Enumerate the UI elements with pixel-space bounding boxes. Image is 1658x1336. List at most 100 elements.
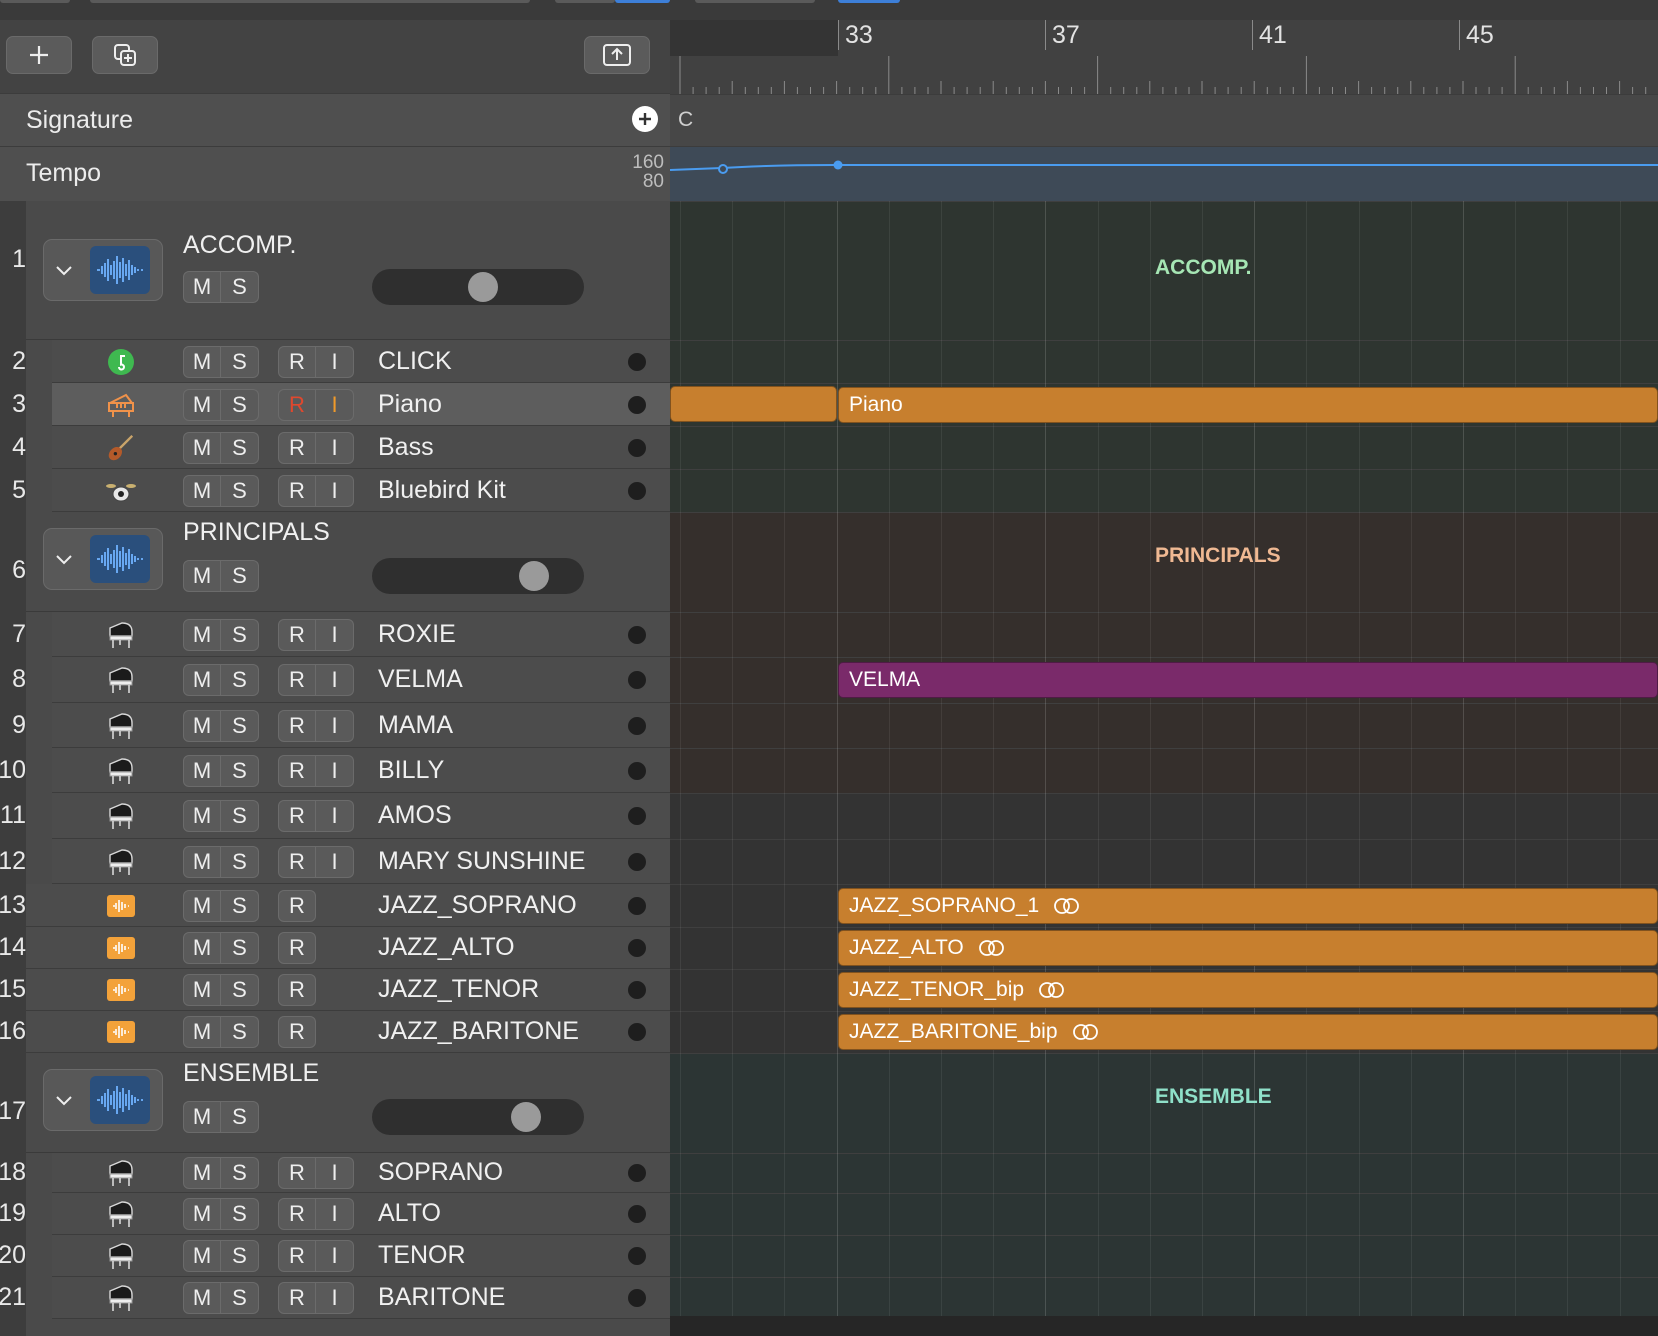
ruler-cycle-area[interactable] <box>670 20 838 56</box>
tempo-track-header[interactable]: Tempo 160 80 <box>0 146 670 203</box>
arrange-scroll-bar[interactable] <box>670 1316 1658 1336</box>
region-piano-pre[interactable] <box>670 386 837 422</box>
track-piano[interactable]: M S R I Piano <box>52 383 670 426</box>
control-segment-active[interactable] <box>615 0 670 3</box>
signature-lane[interactable]: C <box>670 94 1658 147</box>
volume-slider[interactable] <box>372 1099 584 1135</box>
record-indicator[interactable] <box>628 438 646 457</box>
record-indicator[interactable] <box>628 1164 646 1182</box>
collapse-button[interactable] <box>584 36 650 74</box>
solo-button[interactable]: S <box>221 709 259 742</box>
mute-button[interactable]: M <box>183 618 221 651</box>
input-monitor-button[interactable]: I <box>316 474 354 507</box>
solo-button[interactable]: S <box>221 618 259 651</box>
record-indicator[interactable] <box>628 395 646 414</box>
solo-button[interactable]: S <box>221 932 259 964</box>
track-soprano[interactable]: M S R I SOPRANO <box>52 1153 670 1193</box>
add-signature-button[interactable] <box>632 106 658 132</box>
track-name[interactable]: JAZZ_SOPRANO <box>378 891 577 920</box>
track-baritone[interactable]: M S R I BARITONE <box>52 1277 670 1319</box>
input-monitor-button[interactable]: I <box>316 709 354 742</box>
input-monitor-button[interactable]: I <box>316 618 354 651</box>
input-monitor-button[interactable]: I <box>316 388 354 421</box>
input-monitor-button[interactable]: I <box>316 431 354 464</box>
add-track-button[interactable] <box>6 36 72 74</box>
mute-button[interactable]: M <box>183 664 221 696</box>
control-segment[interactable] <box>90 0 530 3</box>
mute-button[interactable]: M <box>183 560 221 592</box>
track-roxie[interactable]: M S R I ROXIE <box>52 612 670 657</box>
track-name[interactable]: JAZZ_TENOR <box>378 975 539 1004</box>
solo-button[interactable]: S <box>221 845 259 878</box>
solo-button[interactable]: S <box>221 800 259 832</box>
tempo-point[interactable] <box>833 160 843 170</box>
track-name[interactable]: Piano <box>378 390 442 419</box>
track-click[interactable]: M S R I CLICK <box>52 340 670 383</box>
track-name[interactable]: AMOS <box>378 801 452 830</box>
track-tenor[interactable]: M S R I TENOR <box>52 1235 670 1277</box>
record-enable-button[interactable]: R <box>278 1198 316 1230</box>
track-bluebird-kit[interactable]: M S R I Bluebird Kit <box>52 469 670 512</box>
input-monitor-button[interactable]: I <box>316 754 354 787</box>
mute-button[interactable]: M <box>183 754 221 787</box>
track-mama[interactable]: M S R I MAMA <box>52 703 670 748</box>
record-indicator[interactable] <box>628 716 646 735</box>
track-name[interactable]: MARY SUNSHINE <box>378 847 585 876</box>
record-enable-button[interactable]: R <box>278 932 316 964</box>
input-monitor-button[interactable]: I <box>316 1198 354 1230</box>
record-enable-button[interactable]: R <box>278 845 316 878</box>
solo-button[interactable]: S <box>221 388 259 421</box>
track-billy[interactable]: M S R I BILLY <box>52 748 670 793</box>
mute-button[interactable]: M <box>183 974 221 1006</box>
mute-button[interactable]: M <box>183 1282 221 1314</box>
volume-knob[interactable] <box>510 1102 541 1132</box>
mute-button[interactable]: M <box>183 1101 221 1133</box>
input-monitor-button[interactable]: I <box>316 1157 354 1189</box>
record-enable-button[interactable]: R <box>278 709 316 742</box>
chevron-down-icon[interactable] <box>54 260 74 285</box>
track-name[interactable]: Bluebird Kit <box>378 476 506 505</box>
folder-disclosure[interactable] <box>43 1069 163 1131</box>
input-monitor-button[interactable]: I <box>316 1282 354 1314</box>
duplicate-track-button[interactable] <box>92 36 158 74</box>
mute-button[interactable]: M <box>183 388 221 421</box>
bar-number[interactable]: 37 <box>1045 20 1080 50</box>
record-enable-button[interactable]: R <box>278 1016 316 1048</box>
track-jazz-tenor[interactable]: M S R JAZZ_TENOR <box>26 969 670 1011</box>
folder-track-principals[interactable]: PRINCIPALS M S <box>26 512 670 612</box>
record-indicator[interactable] <box>628 1289 646 1307</box>
volume-knob[interactable] <box>519 561 550 591</box>
track-amos[interactable]: M S R I AMOS <box>52 793 670 839</box>
mute-button[interactable]: M <box>183 889 221 922</box>
track-name[interactable]: CLICK <box>378 347 452 376</box>
chevron-down-icon[interactable] <box>54 1090 74 1115</box>
input-monitor-button[interactable]: I <box>316 845 354 878</box>
track-name[interactable]: MAMA <box>378 711 453 740</box>
mute-button[interactable]: M <box>183 345 221 378</box>
track-name[interactable]: JAZZ_BARITONE <box>378 1017 579 1046</box>
record-enable-button[interactable]: R <box>278 664 316 696</box>
tempo-lane[interactable] <box>669 146 1658 203</box>
folder-track-accomp[interactable]: ACCOMP. M S <box>26 201 670 340</box>
mute-button[interactable]: M <box>183 1198 221 1230</box>
solo-button[interactable]: S <box>221 664 259 696</box>
solo-button[interactable]: S <box>221 1016 259 1048</box>
volume-slider[interactable] <box>372 269 584 305</box>
track-name[interactable]: JAZZ_ALTO <box>378 933 515 962</box>
track-mary-sunshine[interactable]: M S R I MARY SUNSHINE <box>52 839 670 884</box>
input-monitor-button[interactable]: I <box>316 800 354 832</box>
track-alto[interactable]: M S R I ALTO <box>52 1193 670 1235</box>
solo-button[interactable]: S <box>221 974 259 1006</box>
folder-track-ensemble[interactable]: ENSEMBLE M S <box>26 1053 670 1153</box>
solo-button[interactable]: S <box>221 1240 259 1272</box>
solo-button[interactable]: S <box>221 1282 259 1314</box>
solo-button[interactable]: S <box>221 1157 259 1189</box>
track-name[interactable]: TENOR <box>378 1241 466 1270</box>
record-enable-button[interactable]: R <box>278 974 316 1006</box>
mute-button[interactable]: M <box>183 1157 221 1189</box>
input-monitor-button[interactable]: I <box>316 345 354 378</box>
record-indicator[interactable] <box>628 807 646 825</box>
input-monitor-button[interactable]: I <box>316 1240 354 1272</box>
input-monitor-button[interactable]: I <box>316 664 354 696</box>
folder-lane[interactable] <box>670 201 1658 512</box>
